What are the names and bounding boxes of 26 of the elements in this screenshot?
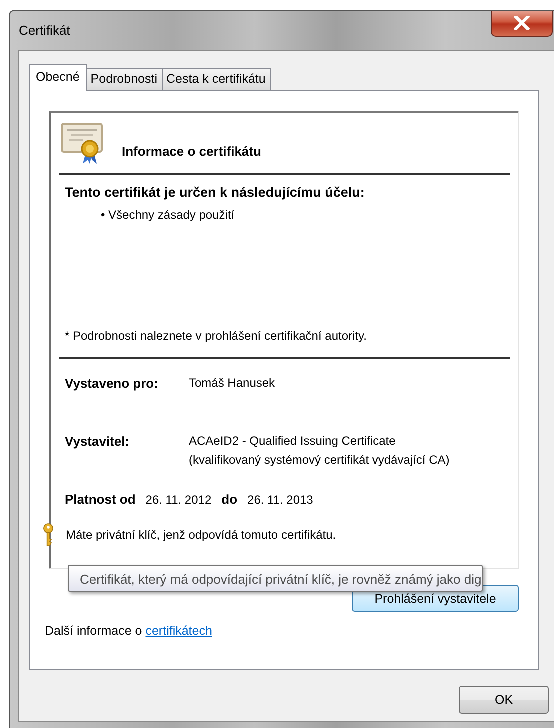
window-title: Certifikát [19,23,70,38]
certificates-link[interactable]: certifikátech [146,624,212,638]
section-heading: Informace o certifikátu [122,144,262,158]
key-icon [43,523,54,547]
tab[interactable]: Cesta k certifikátu [162,68,271,90]
date-text: 26. 11. 2012 [146,493,212,507]
more-info-text: Další informace o certifikátech [45,624,212,638]
field-label: Vystaveno pro: [65,376,160,391]
private-key-text: Máte privátní klíč, jenž odpovídá tomuto certifikátu. [66,528,336,542]
purpose-heading: Tento certifikát je určen k následujícímu účelu: [65,185,366,200]
field-value: Tomáš Hanusek [189,376,276,391]
ok-button[interactable]: OK [459,686,549,714]
date-text: 26. 11. 2013 [248,493,314,507]
close-button[interactable] [491,11,553,37]
field-label: do [222,492,238,507]
issuer-value: (kvalifikovaný systémový certifikát vydávající CA) [189,452,450,469]
field-label: Platnost od [65,492,136,507]
certificate-icon [61,123,105,165]
tab[interactable]: Obecné [29,64,87,91]
note-text: * Podrobnosti naleznete v prohlášení certifikační autority. [65,329,368,343]
close-icon [514,16,530,30]
tab[interactable]: Podrobnosti [86,68,162,90]
issuer-value: ACAeID2 - Qualified Issuing Certificate [189,433,397,450]
purpose-item: • Všechny zásady použití [100,208,236,222]
tooltip: Certifikát, který má odpovídající privátní klíč, je rovněž známý jako dig [68,565,483,592]
field-label: Vystavitel: [65,433,131,451]
